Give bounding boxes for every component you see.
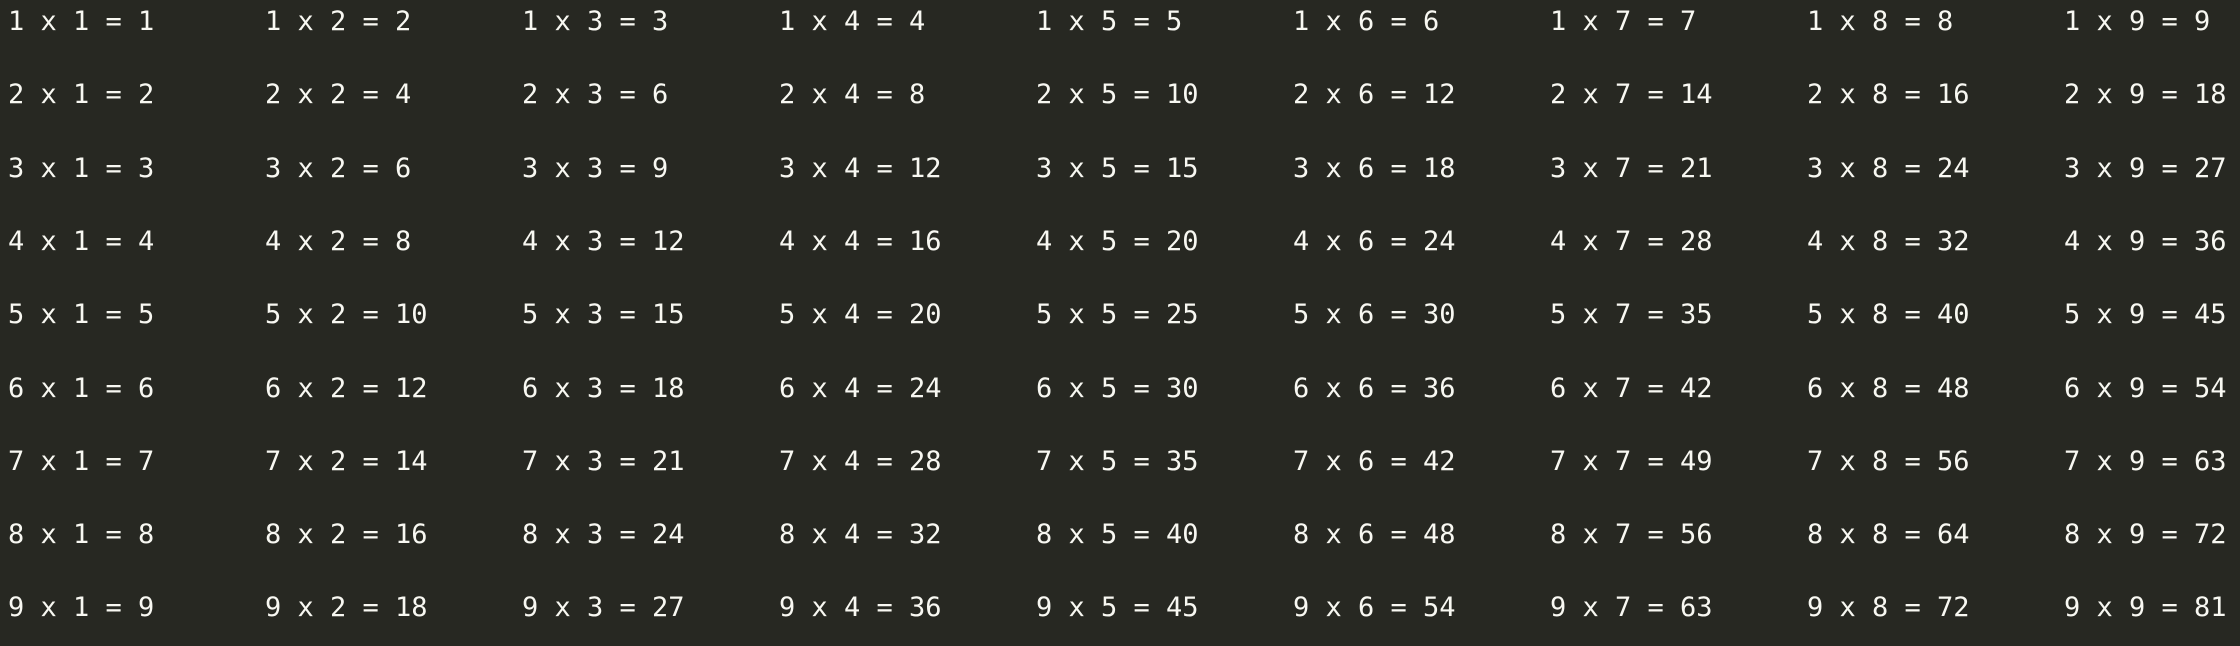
table-cell: 3 x 1 = 3 (8, 152, 155, 184)
table-cell: 2 x 5 = 10 (1036, 79, 1199, 111)
table-cell: 5 x 1 = 5 (8, 299, 155, 331)
table-cell: 1 x 3 = 3 (522, 6, 669, 37)
table-cell: 3 x 9 = 27 (2064, 152, 2227, 184)
table-cell: 9 x 8 = 72 (1807, 592, 1970, 624)
table-cell: 6 x 6 = 36 (1293, 372, 1456, 404)
table-cell: 4 x 1 = 4 (8, 225, 155, 257)
table-cell: 4 x 9 = 36 (2064, 225, 2227, 257)
table-cell: 7 x 5 = 35 (1036, 445, 1199, 477)
table-cell: 4 x 6 = 24 (1293, 225, 1456, 257)
table-cell: 4 x 5 = 20 (1036, 225, 1199, 257)
table-cell: 6 x 4 = 24 (779, 372, 942, 404)
table-cell: 3 x 5 = 15 (1036, 152, 1199, 184)
table-cell: 8 x 7 = 56 (1550, 519, 1713, 551)
table-cell: 5 x 2 = 10 (265, 299, 428, 331)
table-cell: 2 x 8 = 16 (1807, 79, 1970, 111)
table-cell: 6 x 8 = 48 (1807, 372, 1970, 404)
table-cell: 9 x 1 = 9 (8, 592, 155, 624)
table-cell: 5 x 9 = 45 (2064, 299, 2227, 331)
table-cell: 1 x 7 = 7 (1550, 6, 1697, 37)
table-cell: 8 x 9 = 72 (2064, 519, 2227, 551)
table-cell: 6 x 5 = 30 (1036, 372, 1199, 404)
table-cell: 1 x 4 = 4 (779, 6, 926, 37)
table-cell: 9 x 6 = 54 (1293, 592, 1456, 624)
table-cell: 8 x 5 = 40 (1036, 519, 1199, 551)
table-cell: 3 x 7 = 21 (1550, 152, 1713, 184)
multiplication-table: 1 x 1 = 1 1 x 2 = 2 1 x 3 = 3 1 x 4 = 4 1 x … (8, 0, 2240, 646)
table-cell: 2 x 7 = 14 (1550, 79, 1713, 111)
table-cell: 6 x 9 = 54 (2064, 372, 2227, 404)
table-cell: 9 x 7 = 63 (1550, 592, 1713, 624)
table-cell: 2 x 9 = 18 (2064, 79, 2227, 111)
table-cell: 7 x 3 = 21 (522, 445, 685, 477)
terminal-output: 1 x 1 = 1 1 x 2 = 2 1 x 3 = 3 1 x 4 = 4 1 x … (0, 0, 2240, 646)
table-cell: 8 x 6 = 48 (1293, 519, 1456, 551)
table-cell: 1 x 6 = 6 (1293, 6, 1440, 37)
table-cell: 2 x 2 = 4 (265, 79, 412, 111)
table-cell: 7 x 4 = 28 (779, 445, 942, 477)
table-cell: 8 x 4 = 32 (779, 519, 942, 551)
table-cell: 1 x 2 = 2 (265, 6, 412, 37)
table-cell: 2 x 3 = 6 (522, 79, 669, 111)
table-cell: 8 x 1 = 8 (8, 519, 155, 551)
table-cell: 3 x 2 = 6 (265, 152, 412, 184)
table-cell: 8 x 2 = 16 (265, 519, 428, 551)
table-cell: 7 x 9 = 63 (2064, 445, 2227, 477)
table-cell: 7 x 8 = 56 (1807, 445, 1970, 477)
table-cell: 9 x 4 = 36 (779, 592, 942, 624)
table-cell: 6 x 2 = 12 (265, 372, 428, 404)
table-cell: 8 x 8 = 64 (1807, 519, 1970, 551)
table-cell: 5 x 3 = 15 (522, 299, 685, 331)
table-cell: 9 x 9 = 81 (2064, 592, 2227, 624)
table-cell: 7 x 7 = 49 (1550, 445, 1713, 477)
table-cell: 3 x 4 = 12 (779, 152, 942, 184)
table-cell: 5 x 4 = 20 (779, 299, 942, 331)
table-cell: 6 x 7 = 42 (1550, 372, 1713, 404)
table-cell: 5 x 6 = 30 (1293, 299, 1456, 331)
table-cell: 7 x 2 = 14 (265, 445, 428, 477)
table-cell: 4 x 2 = 8 (265, 225, 412, 257)
table-cell: 3 x 8 = 24 (1807, 152, 1970, 184)
table-cell: 1 x 5 = 5 (1036, 6, 1183, 37)
table-cell: 4 x 3 = 12 (522, 225, 685, 257)
table-cell: 4 x 4 = 16 (779, 225, 942, 257)
table-cell: 2 x 1 = 2 (8, 79, 155, 111)
table-cell: 1 x 8 = 8 (1807, 6, 1954, 37)
table-cell: 3 x 3 = 9 (522, 152, 669, 184)
table-cell: 9 x 2 = 18 (265, 592, 428, 624)
table-cell: 9 x 3 = 27 (522, 592, 685, 624)
table-cell: 2 x 6 = 12 (1293, 79, 1456, 111)
table-cell: 3 x 6 = 18 (1293, 152, 1456, 184)
table-cell: 5 x 5 = 25 (1036, 299, 1199, 331)
table-cell: 4 x 7 = 28 (1550, 225, 1713, 257)
table-cell: 2 x 4 = 8 (779, 79, 926, 111)
table-cell: 1 x 9 = 9 (2064, 6, 2211, 37)
table-cell: 4 x 8 = 32 (1807, 225, 1970, 257)
table-cell: 5 x 8 = 40 (1807, 299, 1970, 331)
table-cell: 7 x 6 = 42 (1293, 445, 1456, 477)
table-cell: 9 x 5 = 45 (1036, 592, 1199, 624)
table-cell: 6 x 3 = 18 (522, 372, 685, 404)
table-cell: 1 x 1 = 1 (8, 6, 155, 37)
table-cell: 7 x 1 = 7 (8, 445, 155, 477)
table-cell: 6 x 1 = 6 (8, 372, 155, 404)
table-cell: 5 x 7 = 35 (1550, 299, 1713, 331)
table-cell: 8 x 3 = 24 (522, 519, 685, 551)
